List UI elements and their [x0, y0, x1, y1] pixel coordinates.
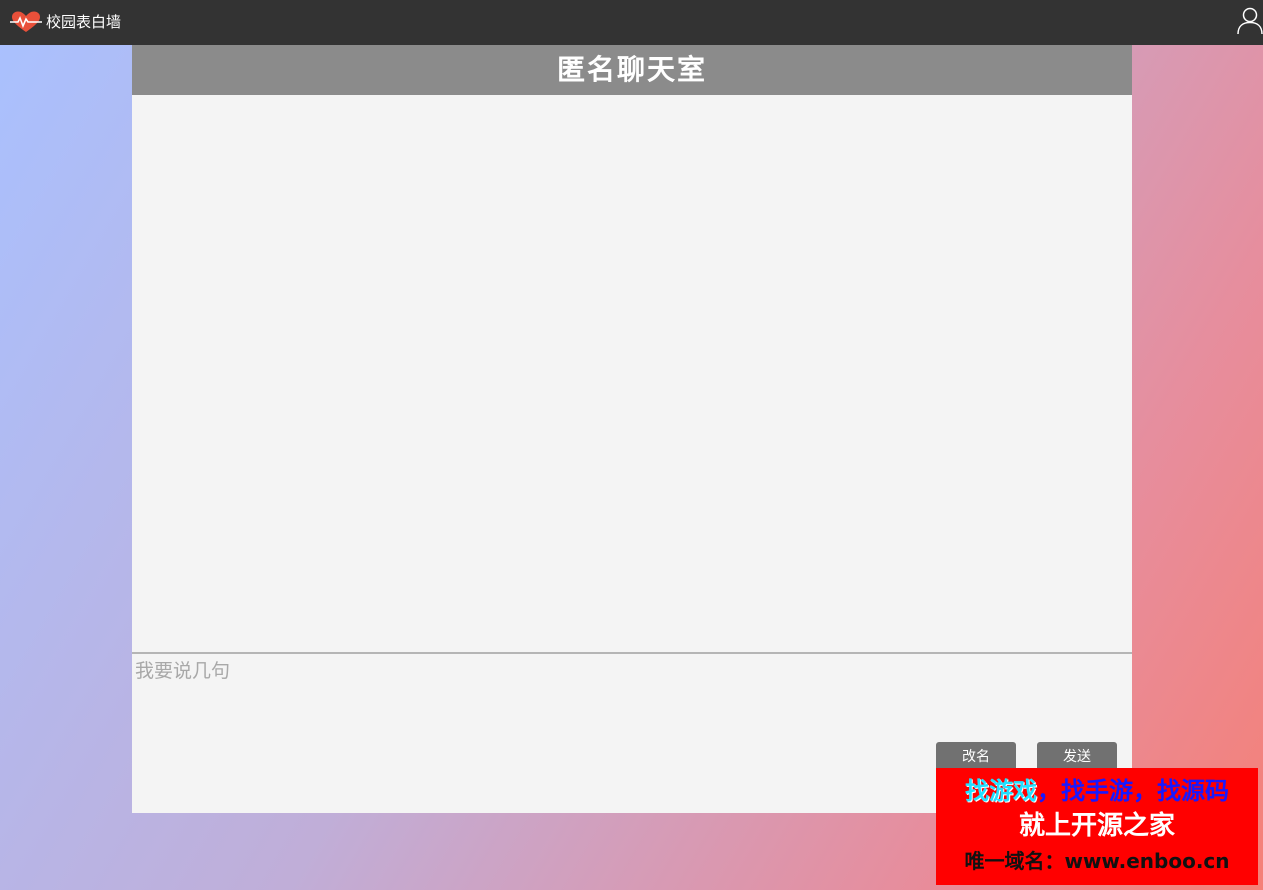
watermark-line3: 唯一域名：www.enboo.cn: [964, 849, 1230, 873]
chat-title: 匿名聊天室: [132, 45, 1132, 95]
top-navbar: 校园表白墙: [0, 0, 1263, 45]
brand[interactable]: 校园表白墙: [10, 10, 121, 34]
heart-pulse-icon: [10, 10, 42, 34]
chat-room-panel: 匿名聊天室 改名 发送: [132, 45, 1132, 813]
watermark-ad: 找游戏，找手游，找源码 就上开源之家 唯一域名：www.enboo.cn: [936, 768, 1258, 885]
watermark-line2: 就上开源之家: [1018, 811, 1175, 841]
message-list[interactable]: [132, 95, 1132, 654]
app-name: 校园表白墙: [46, 13, 122, 31]
user-icon[interactable]: [1237, 7, 1263, 35]
watermark-line1-highlight: 找游戏: [965, 777, 1037, 805]
watermark-line1: 找游戏，找手游，找源码: [936, 774, 1258, 808]
watermark-line1-rest: ，找手游，找源码: [1037, 777, 1229, 805]
